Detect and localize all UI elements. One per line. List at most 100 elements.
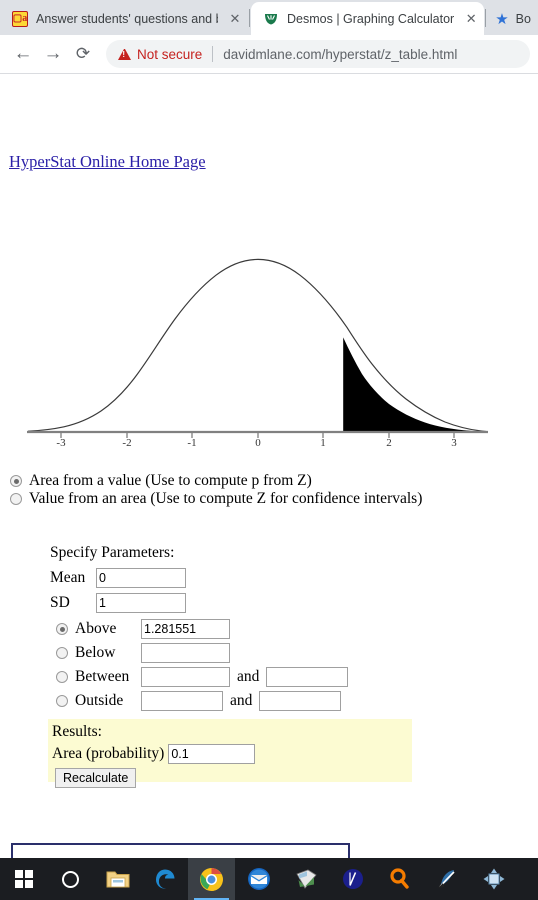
page-content: HyperStat Online Home Page -3 -2 -1 0 1 … <box>0 74 538 858</box>
shaded-tail-region <box>343 337 488 432</box>
hyperstat-home-link[interactable]: HyperStat Online Home Page <box>9 152 206 172</box>
navigation-bar: ← → ⟳ Not secure davidmlane.com/hypersta… <box>0 35 538 74</box>
normal-curve <box>27 258 489 433</box>
radio-icon[interactable] <box>10 474 22 487</box>
tail-option-label: Between <box>75 667 130 685</box>
blue-circle-app-icon <box>342 869 363 889</box>
recalculate-button[interactable]: Recalculate <box>55 768 137 788</box>
browser-tab-1[interactable]: ▢a Answer students' questions and b ✕ <box>0 2 248 35</box>
mode-option-label: Area from a value (Use to compute p from… <box>29 472 312 489</box>
reload-icon[interactable]: ⟳ <box>68 39 98 69</box>
precision-consulting-ad[interactable]: Precision Consulting <box>11 843 350 858</box>
results-title: Results: <box>52 723 102 740</box>
star-favicon-icon: ★ <box>495 10 509 28</box>
app-pen-button[interactable] <box>423 858 470 900</box>
windows-logo-icon <box>14 870 33 888</box>
sd-input[interactable] <box>96 593 186 613</box>
tail-option-above[interactable]: Above <box>50 617 348 640</box>
specify-parameters-title: Specify Parameters: <box>50 544 175 561</box>
magnifier-icon <box>389 868 409 889</box>
folder-icon <box>106 871 129 888</box>
address-bar[interactable]: Not secure davidmlane.com/hyperstat/z_ta… <box>106 40 530 68</box>
ad-inner: Precision Consulting <box>13 845 348 858</box>
tab-divider <box>249 9 250 27</box>
outside-lower-input[interactable] <box>141 690 223 711</box>
start-button[interactable] <box>0 858 47 900</box>
chrome-icon <box>200 867 223 891</box>
browser-tab-3[interactable]: ★ Bo <box>487 2 535 35</box>
outside-conjunction-label: and <box>230 691 253 709</box>
tail-option-label: Below <box>75 643 116 661</box>
browser-chrome: ▢a Answer students' questions and b ✕ De… <box>0 0 538 74</box>
search-button[interactable] <box>376 858 423 900</box>
cortana-circle-icon <box>62 870 79 888</box>
radio-icon[interactable] <box>56 694 68 707</box>
radio-icon[interactable] <box>56 646 68 659</box>
move-arrows-icon <box>483 868 504 890</box>
tab-close-icon[interactable]: ✕ <box>224 8 246 30</box>
sd-label: SD <box>50 594 70 611</box>
mode-option-area-from-value[interactable]: Area from a value (Use to compute p from… <box>10 472 422 489</box>
pen-app-icon <box>437 870 455 888</box>
desmos-favicon-icon <box>263 11 279 27</box>
sd-row: SD <box>50 592 348 614</box>
x-axis-tick-labels: -3 -2 -1 0 1 2 3 <box>56 437 457 449</box>
between-upper-input[interactable] <box>266 666 349 687</box>
not-secure-warning-icon <box>118 48 131 60</box>
tick-label: 3 <box>451 437 457 449</box>
tick-label: 2 <box>386 437 392 449</box>
area-probability-input[interactable] <box>168 744 256 764</box>
question-mark-favicon-icon: ▢a <box>12 10 28 27</box>
photos-icon <box>295 869 317 889</box>
forward-icon[interactable]: → <box>38 39 68 69</box>
tail-option-outside[interactable]: Outside and <box>50 689 348 712</box>
tab-strip: ▢a Answer students' questions and b ✕ De… <box>0 0 538 35</box>
below-value-input[interactable] <box>141 642 230 663</box>
tick-label: -3 <box>56 437 66 449</box>
back-icon[interactable]: ← <box>8 39 38 69</box>
mode-radio-group: Area from a value (Use to compute p from… <box>10 472 422 508</box>
tail-option-between[interactable]: Between and <box>50 665 349 688</box>
tab-title: Desmos | Graphing Calculator <box>287 11 455 26</box>
area-probability-label: Area (probability) <box>52 745 165 762</box>
edge-icon <box>155 869 174 889</box>
tail-option-label: Above <box>75 619 117 637</box>
chrome-button[interactable] <box>188 858 235 900</box>
tick-label: 0 <box>255 437 261 449</box>
file-explorer-button[interactable] <box>94 858 141 900</box>
photos-button[interactable] <box>282 858 329 900</box>
tab-divider <box>485 9 487 27</box>
mean-row: Mean <box>50 567 348 589</box>
between-lower-input[interactable] <box>141 666 230 687</box>
mode-option-value-from-area[interactable]: Value from an area (Use to compute Z for… <box>10 490 422 507</box>
mean-input[interactable] <box>96 568 186 588</box>
security-status-label: Not secure <box>137 46 203 62</box>
browser-tab-2[interactable]: Desmos | Graphing Calculator ✕ <box>251 2 485 35</box>
radio-icon[interactable] <box>56 670 68 683</box>
app-move-button[interactable] <box>470 858 517 900</box>
area-result-row: Area (probability) <box>52 743 412 765</box>
specify-parameters-form: Specify Parameters: Mean SD Above Below … <box>50 544 349 713</box>
above-value-input[interactable] <box>141 618 230 639</box>
tab-close-icon[interactable]: ✕ <box>460 8 482 30</box>
mean-label: Mean <box>50 569 86 586</box>
mail-envelope-icon <box>247 868 270 890</box>
cortana-button[interactable] <box>47 858 94 900</box>
radio-icon[interactable] <box>10 492 22 505</box>
tick-label: 1 <box>320 437 326 449</box>
tick-label: -1 <box>187 437 196 449</box>
results-panel: Results: Area (probability) Recalculate <box>48 719 412 788</box>
tail-option-below[interactable]: Below <box>50 641 348 664</box>
windows-taskbar <box>0 858 538 900</box>
app-blue-button[interactable] <box>329 858 376 900</box>
mail-button[interactable] <box>235 858 282 900</box>
tab-title: Answer students' questions and b <box>36 11 218 26</box>
normal-distribution-chart: -3 -2 -1 0 1 2 3 <box>0 192 538 457</box>
outside-upper-input[interactable] <box>259 690 342 711</box>
tail-option-label: Outside <box>75 691 124 709</box>
edge-button[interactable] <box>141 858 188 900</box>
chart-svg: -3 -2 -1 0 1 2 3 <box>27 258 489 449</box>
mode-option-label: Value from an area (Use to compute Z for… <box>29 490 423 507</box>
url-text: davidmlane.com/hyperstat/z_table.html <box>223 46 458 62</box>
radio-icon[interactable] <box>56 622 68 635</box>
